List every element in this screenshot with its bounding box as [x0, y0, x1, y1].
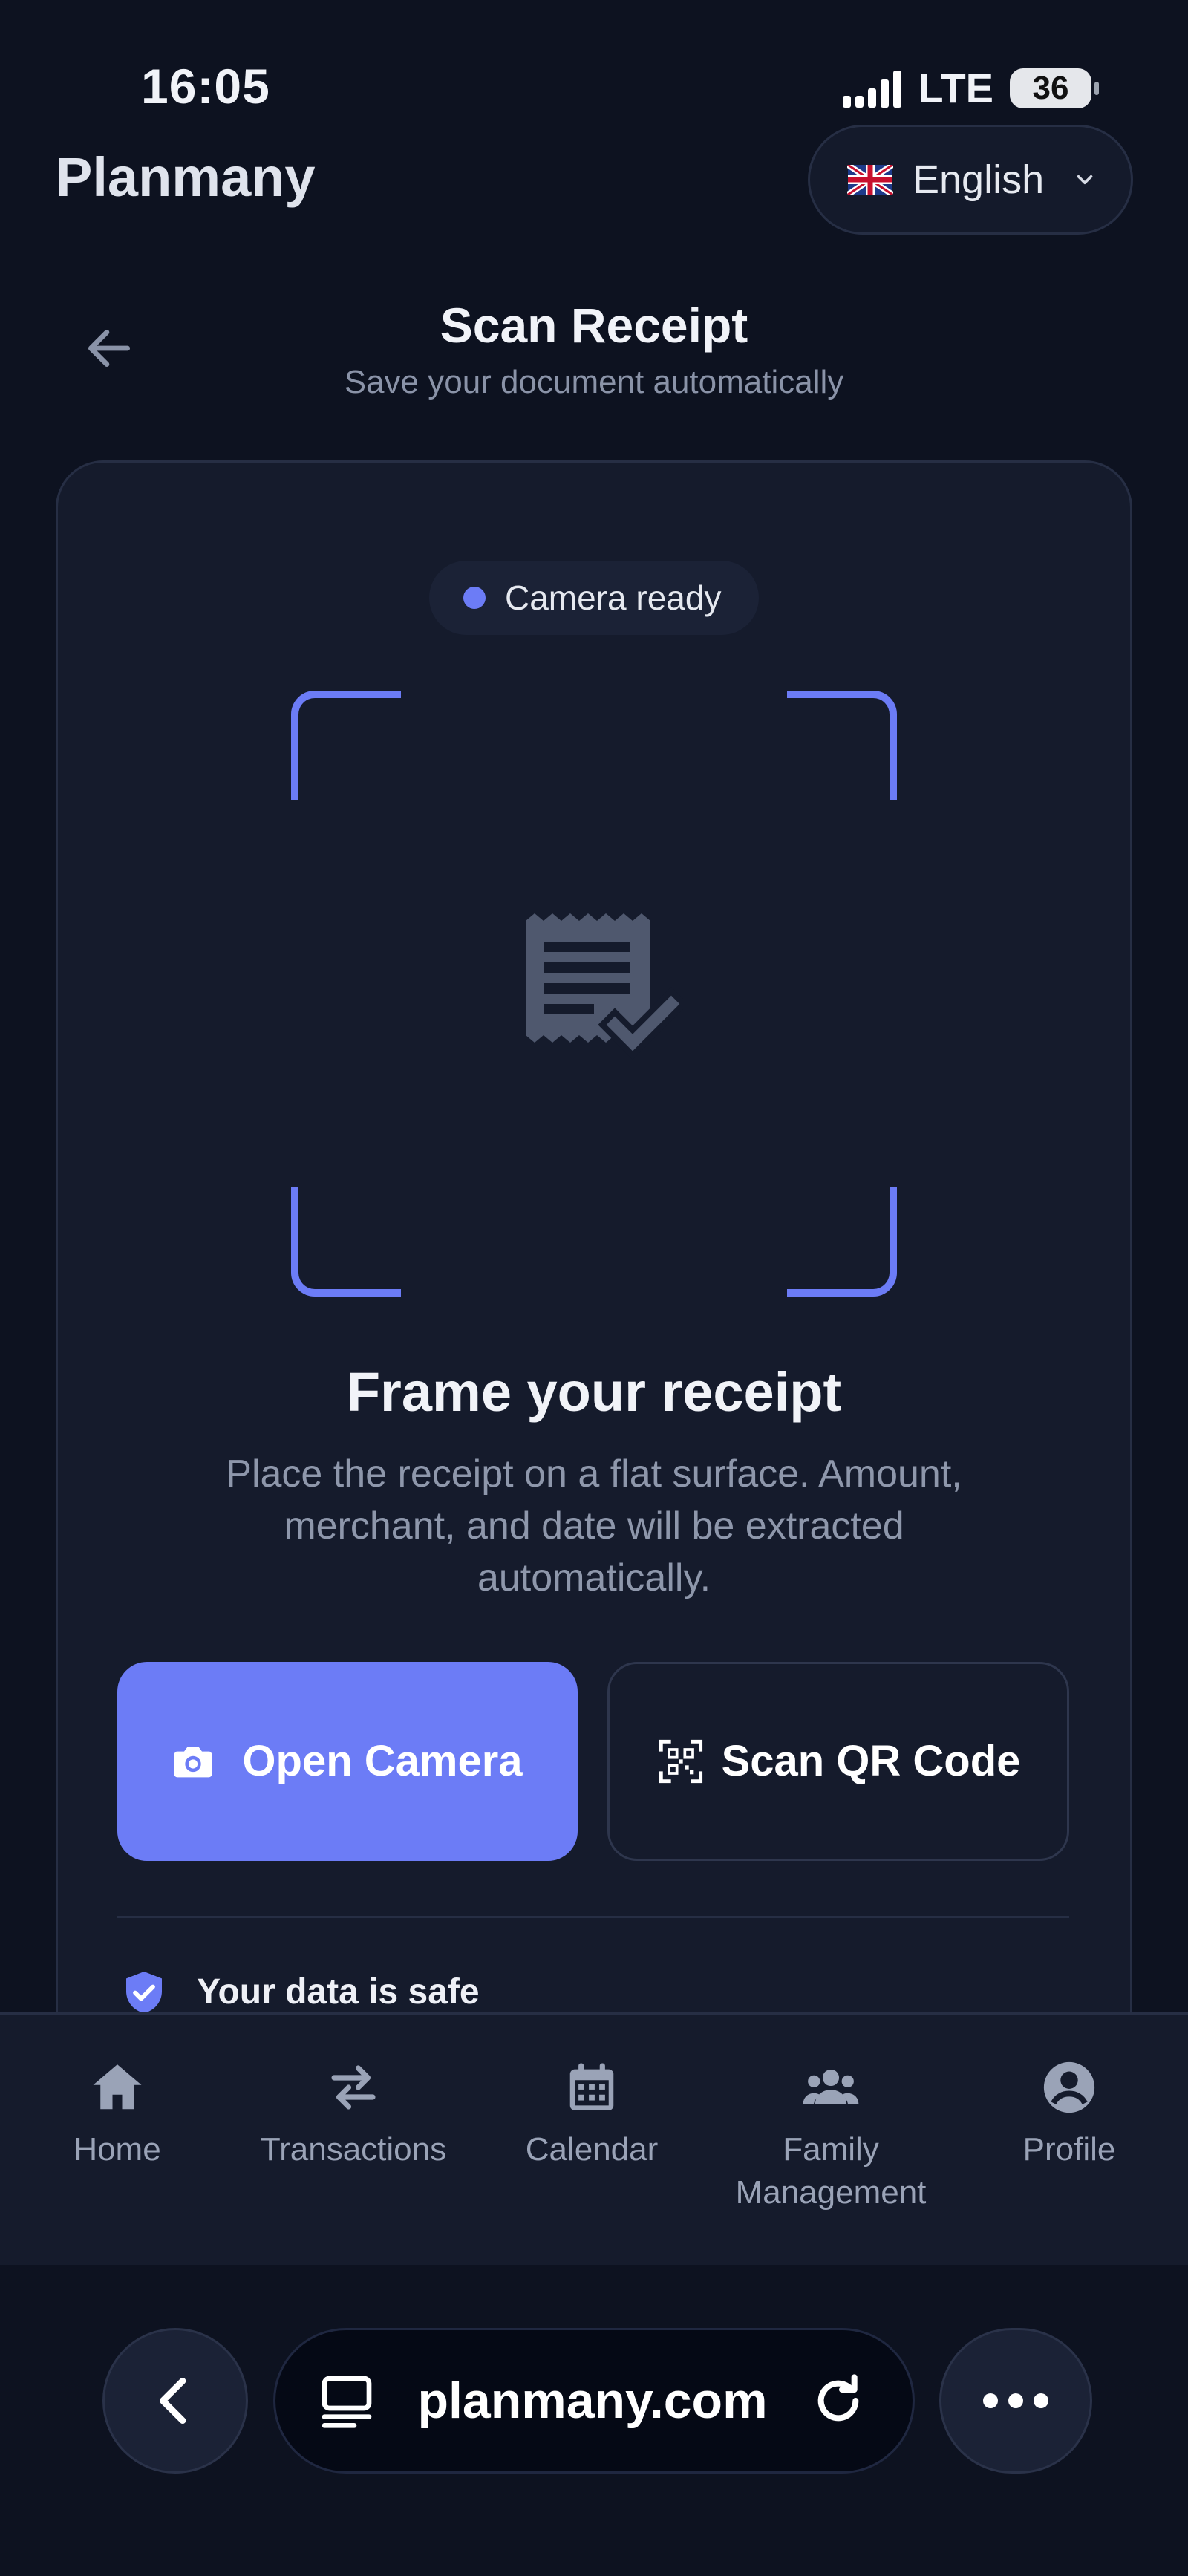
brand-logo: Planmany: [56, 146, 316, 208]
camera-status-text: Camera ready: [505, 578, 722, 617]
scan-qr-label: Scan QR Code: [721, 1737, 1021, 1785]
nav-label-family-management: Family Management: [735, 2131, 927, 2211]
page-subtitle: Save your document automatically: [344, 364, 844, 400]
scan-qr-button[interactable]: Scan QR Code: [607, 1662, 1069, 1861]
receipt-icon: [526, 913, 683, 1060]
nav-label-transactions: Transactions: [260, 2131, 447, 2168]
browser-address-bar[interactable]: planmany.com: [273, 2328, 915, 2474]
network-label: LTE: [918, 65, 993, 111]
more-dots-icon: [983, 2393, 1048, 2408]
battery-level: 36: [1032, 69, 1069, 106]
qr-code-icon: [659, 1739, 703, 1784]
status-dot-icon: [463, 587, 486, 609]
browser-back-button[interactable]: [102, 2328, 248, 2474]
nav-label-calendar: Calendar: [525, 2131, 659, 2168]
nav-item-transactions[interactable]: Transactions: [249, 2058, 457, 2171]
frame-corner-bottom-left: [291, 1187, 401, 1297]
swap-arrows-icon: [331, 2065, 376, 2110]
camera-status-badge: Camera ready: [429, 561, 759, 635]
battery-icon: 36: [1010, 68, 1099, 108]
frame-corner-top-left: [291, 691, 401, 800]
nav-item-profile[interactable]: Profile: [1010, 2058, 1129, 2171]
status-indicators: LTE 36: [843, 64, 1099, 112]
reload-icon[interactable]: [809, 2371, 868, 2430]
nav-item-calendar[interactable]: Calendar: [515, 2058, 668, 2171]
card-divider: [117, 1916, 1069, 1918]
frame-corner-bottom-right: [787, 1187, 897, 1297]
open-camera-label: Open Camera: [242, 1737, 523, 1785]
nav-label-profile: Profile: [1022, 2131, 1116, 2168]
nav-item-family-management[interactable]: Family Management: [725, 2058, 937, 2214]
status-time: 16:05: [141, 59, 270, 114]
tabs-icon[interactable]: [317, 2371, 376, 2430]
frame-title: Frame your receipt: [346, 1361, 842, 1423]
frame-description: Place the receipt on a flat surface. Amo…: [226, 1452, 962, 1600]
chevron-left-icon: [160, 2378, 186, 2424]
signal-icon: [843, 69, 902, 108]
camera-icon: [174, 1747, 212, 1778]
page-title: Scan Receipt: [440, 298, 748, 353]
nav-label-home: Home: [74, 2131, 161, 2168]
frame-corner-top-right: [787, 691, 897, 800]
data-safe-note: Your data is safe: [197, 1972, 480, 2012]
open-camera-button[interactable]: Open Camera: [117, 1662, 578, 1861]
uk-flag-icon: [847, 165, 893, 195]
calendar-icon: [569, 2063, 614, 2110]
user-circle-icon: [1043, 2061, 1095, 2113]
browser-more-button[interactable]: [939, 2328, 1092, 2474]
language-selector[interactable]: English: [808, 125, 1133, 235]
browser-url: planmany.com: [417, 2373, 768, 2429]
home-icon: [93, 2064, 142, 2110]
group-icon: [803, 2069, 859, 2104]
chevron-down-icon: [1077, 175, 1093, 185]
shield-check-icon: [126, 1972, 162, 2013]
nav-item-home[interactable]: Home: [62, 2058, 172, 2171]
language-label: English: [913, 157, 1045, 202]
